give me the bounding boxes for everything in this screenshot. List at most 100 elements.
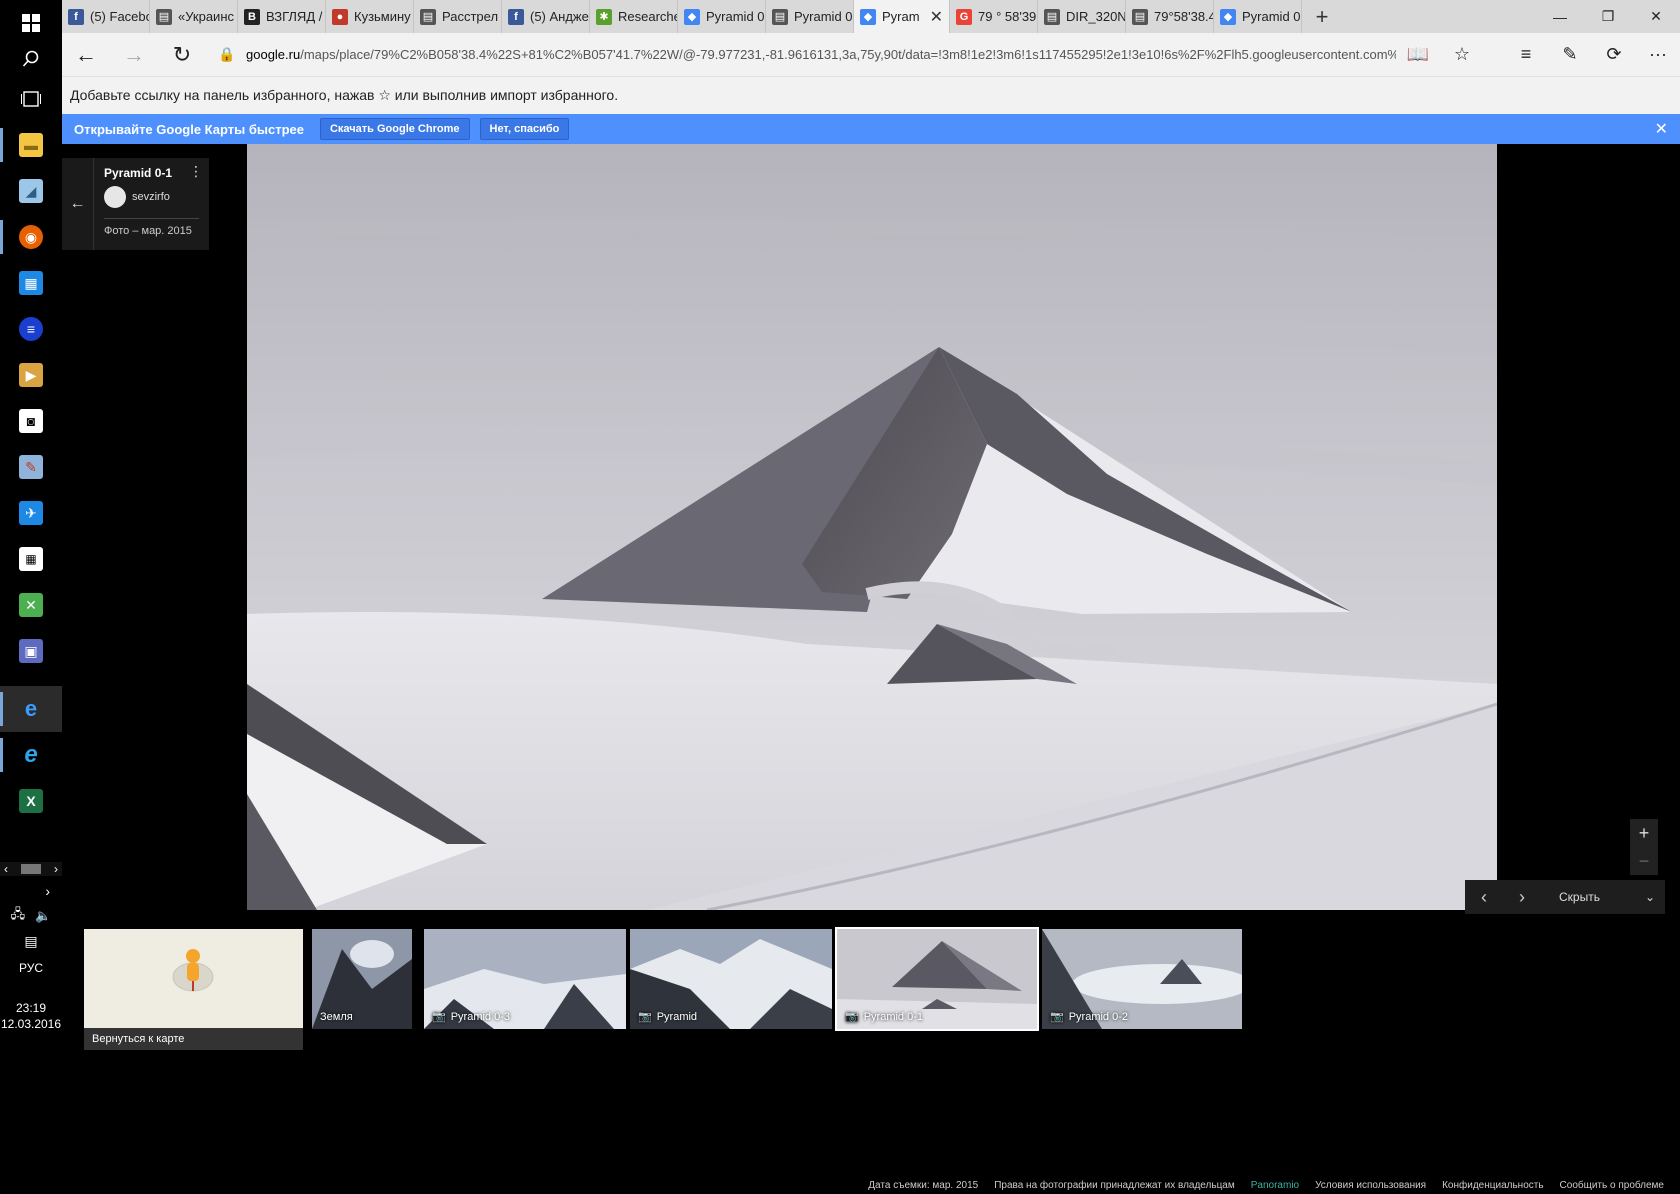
taskbar-store[interactable]: ◙ (0, 398, 62, 444)
tab[interactable]: ● Кузьмину (326, 0, 414, 33)
taskbar-paint[interactable]: ✎ (0, 444, 62, 490)
tab-label: DIR_320NF (1066, 9, 1126, 24)
url-domain: google.ru (246, 47, 301, 62)
tab[interactable]: ✱ Researche (590, 0, 678, 33)
excel-icon: X (19, 789, 43, 813)
task-view-button[interactable] (0, 76, 62, 122)
taskbar-app-5[interactable]: ≡ (0, 306, 62, 352)
new-tab-button[interactable]: + (1302, 0, 1342, 33)
action-center-button[interactable]: ▤ (0, 930, 62, 952)
taskbar-app-11[interactable]: ✕ (0, 582, 62, 628)
close-tab-icon[interactable]: ✕ (930, 7, 943, 27)
taskbar-firefox[interactable]: ◉ (0, 214, 62, 260)
taskbar-internet-explorer[interactable]: e (0, 732, 62, 778)
photo-author[interactable]: sevzirfo (104, 186, 199, 208)
taskbar-app-6[interactable]: ▶ (0, 352, 62, 398)
taskbar-scrollbar[interactable]: ‹ › (0, 862, 62, 876)
share-icon: ⟳ (1606, 44, 1622, 64)
photo-title[interactable]: Pyramid 0-1 (104, 166, 199, 180)
firefox-icon: ◉ (19, 225, 43, 249)
zoom-in-button[interactable]: + (1630, 819, 1658, 847)
reading-view-button[interactable]: 📖 (1396, 33, 1440, 76)
terms-link[interactable]: Условия использования (1315, 1180, 1426, 1194)
taskbar-edge[interactable]: e (0, 686, 62, 732)
lock-icon[interactable]: 🔒 (218, 46, 238, 63)
panoramio-logo[interactable]: Panoramio (1251, 1180, 1299, 1194)
hub-button[interactable]: ≡ (1504, 33, 1548, 76)
decline-button[interactable]: Нет, спасибо (479, 118, 570, 140)
tab[interactable]: ▤ DIR_320NF (1038, 0, 1126, 33)
scroll-thumb[interactable] (21, 864, 41, 874)
tab[interactable]: ▤ Pyramid 0- (766, 0, 854, 33)
tab[interactable]: ▤ 79°58'38.4 (1126, 0, 1214, 33)
taskbar-excel[interactable]: X (0, 778, 62, 824)
close-icon: ✕ (1650, 8, 1662, 24)
back-button[interactable]: ← (62, 33, 110, 76)
film-item[interactable]: 📷 Pyramid 0-3 (424, 929, 626, 1029)
vzglyad-icon: B (244, 8, 260, 25)
privacy-link[interactable]: Конфиденциальность (1442, 1180, 1543, 1194)
tab[interactable]: ◆ Pyramid 0 (678, 0, 766, 33)
media-player-icon: ▶ (19, 363, 43, 387)
clock[interactable]: 23:19 12.03.2016 (0, 1000, 62, 1032)
forward-button[interactable]: → (110, 33, 158, 76)
favorite-button[interactable]: ☆ (1440, 33, 1484, 76)
taskbar-app-4[interactable]: ▦ (0, 260, 62, 306)
maps-icon: ◆ (860, 8, 876, 25)
tab[interactable]: ◆ Pyramid 0- (1214, 0, 1302, 33)
taskbar-app-2[interactable]: ◢ (0, 168, 62, 214)
tab[interactable]: ▤ Расстрел ц (414, 0, 502, 33)
more-options-icon[interactable]: ⋮ (189, 164, 203, 178)
report-problem-link[interactable]: Сообщить о проблеме (1560, 1180, 1664, 1194)
tab-list: f (5) Facebo ▤ «Украинс B ВЗГЛЯД / ● Кузьмину ▤ Р… (62, 0, 1302, 33)
arrow-right-icon: → (123, 41, 145, 67)
taskbar-calculator[interactable]: ▦ (0, 536, 62, 582)
tab[interactable]: f (5) Facebo (62, 0, 150, 33)
tab[interactable]: ▤ «Украинс (150, 0, 238, 33)
zoom-out-button[interactable]: − (1630, 847, 1658, 875)
next-photo-button[interactable]: › (1503, 880, 1541, 914)
map-footer: Дата съемки: мар. 2015 Права на фотограф… (62, 1180, 1680, 1194)
tab[interactable]: G 79 ° 58'39 (950, 0, 1038, 33)
volume-icon[interactable]: 🔈 (35, 908, 51, 924)
minimize-icon: — (1553, 8, 1567, 25)
film-item-selected[interactable]: 📷 Pyramid 0-1 (835, 927, 1039, 1031)
chevron-down-icon[interactable]: ⌄ (1645, 890, 1655, 904)
tab[interactable]: B ВЗГЛЯД / (238, 0, 326, 33)
edge-icon: e (24, 696, 38, 721)
download-chrome-button[interactable]: Скачать Google Chrome (319, 118, 470, 140)
scroll-right-icon[interactable]: › (54, 862, 58, 876)
web-note-button[interactable]: ✎ (1548, 33, 1592, 76)
filmstrip: Вернуться к карте Земля 📷 Pyramid 0-3 📷 … (62, 914, 1680, 1050)
close-window-button[interactable]: ✕ (1632, 0, 1680, 33)
previous-photo-button[interactable]: ‹ (1465, 880, 1503, 914)
taskbar-app-9[interactable]: ✈ (0, 490, 62, 536)
pyramid-photo[interactable] (247, 144, 1497, 910)
minimize-button[interactable]: — (1536, 0, 1584, 33)
close-icon[interactable]: ✕ (1655, 119, 1668, 139)
network-icon[interactable]: 🖧 (11, 905, 26, 927)
clock-time: 23:19 (15, 1001, 47, 1015)
share-button[interactable]: ⟳ (1592, 33, 1636, 76)
film-item[interactable]: Земля (312, 929, 412, 1029)
tab[interactable]: f (5) Андже (502, 0, 590, 33)
calculator-icon: ▦ (19, 547, 43, 571)
refresh-button[interactable]: ↻ (158, 33, 206, 76)
folder-icon: ▬ (19, 133, 43, 157)
windows-logo-icon (22, 14, 40, 32)
tab-label: Pyramid 0- (1242, 9, 1302, 24)
film-item[interactable]: 📷 Pyramid (630, 929, 832, 1029)
scroll-left-icon[interactable]: ‹ (4, 862, 8, 876)
hide-filmstrip-button[interactable]: Скрыть (1559, 890, 1600, 904)
tab-active[interactable]: ◆ Pyram ✕ (854, 0, 950, 33)
taskbar-explorer[interactable]: ▬ (0, 122, 62, 168)
language-indicator[interactable]: РУС (0, 958, 62, 978)
back-arrow-button[interactable]: ← (62, 158, 94, 250)
restore-button[interactable]: ❐ (1584, 0, 1632, 33)
show-hidden-icons-button[interactable]: › (0, 880, 62, 902)
taskbar-app-12[interactable]: ▣ (0, 628, 62, 674)
back-to-map-card[interactable]: Вернуться к карте (84, 929, 303, 1050)
url-field[interactable]: google.ru/maps/place/79%C2%B058'38.4%22S… (246, 40, 1396, 70)
film-item[interactable]: 📷 Pyramid 0-2 (1042, 929, 1242, 1029)
more-button[interactable]: ··· (1636, 33, 1680, 76)
